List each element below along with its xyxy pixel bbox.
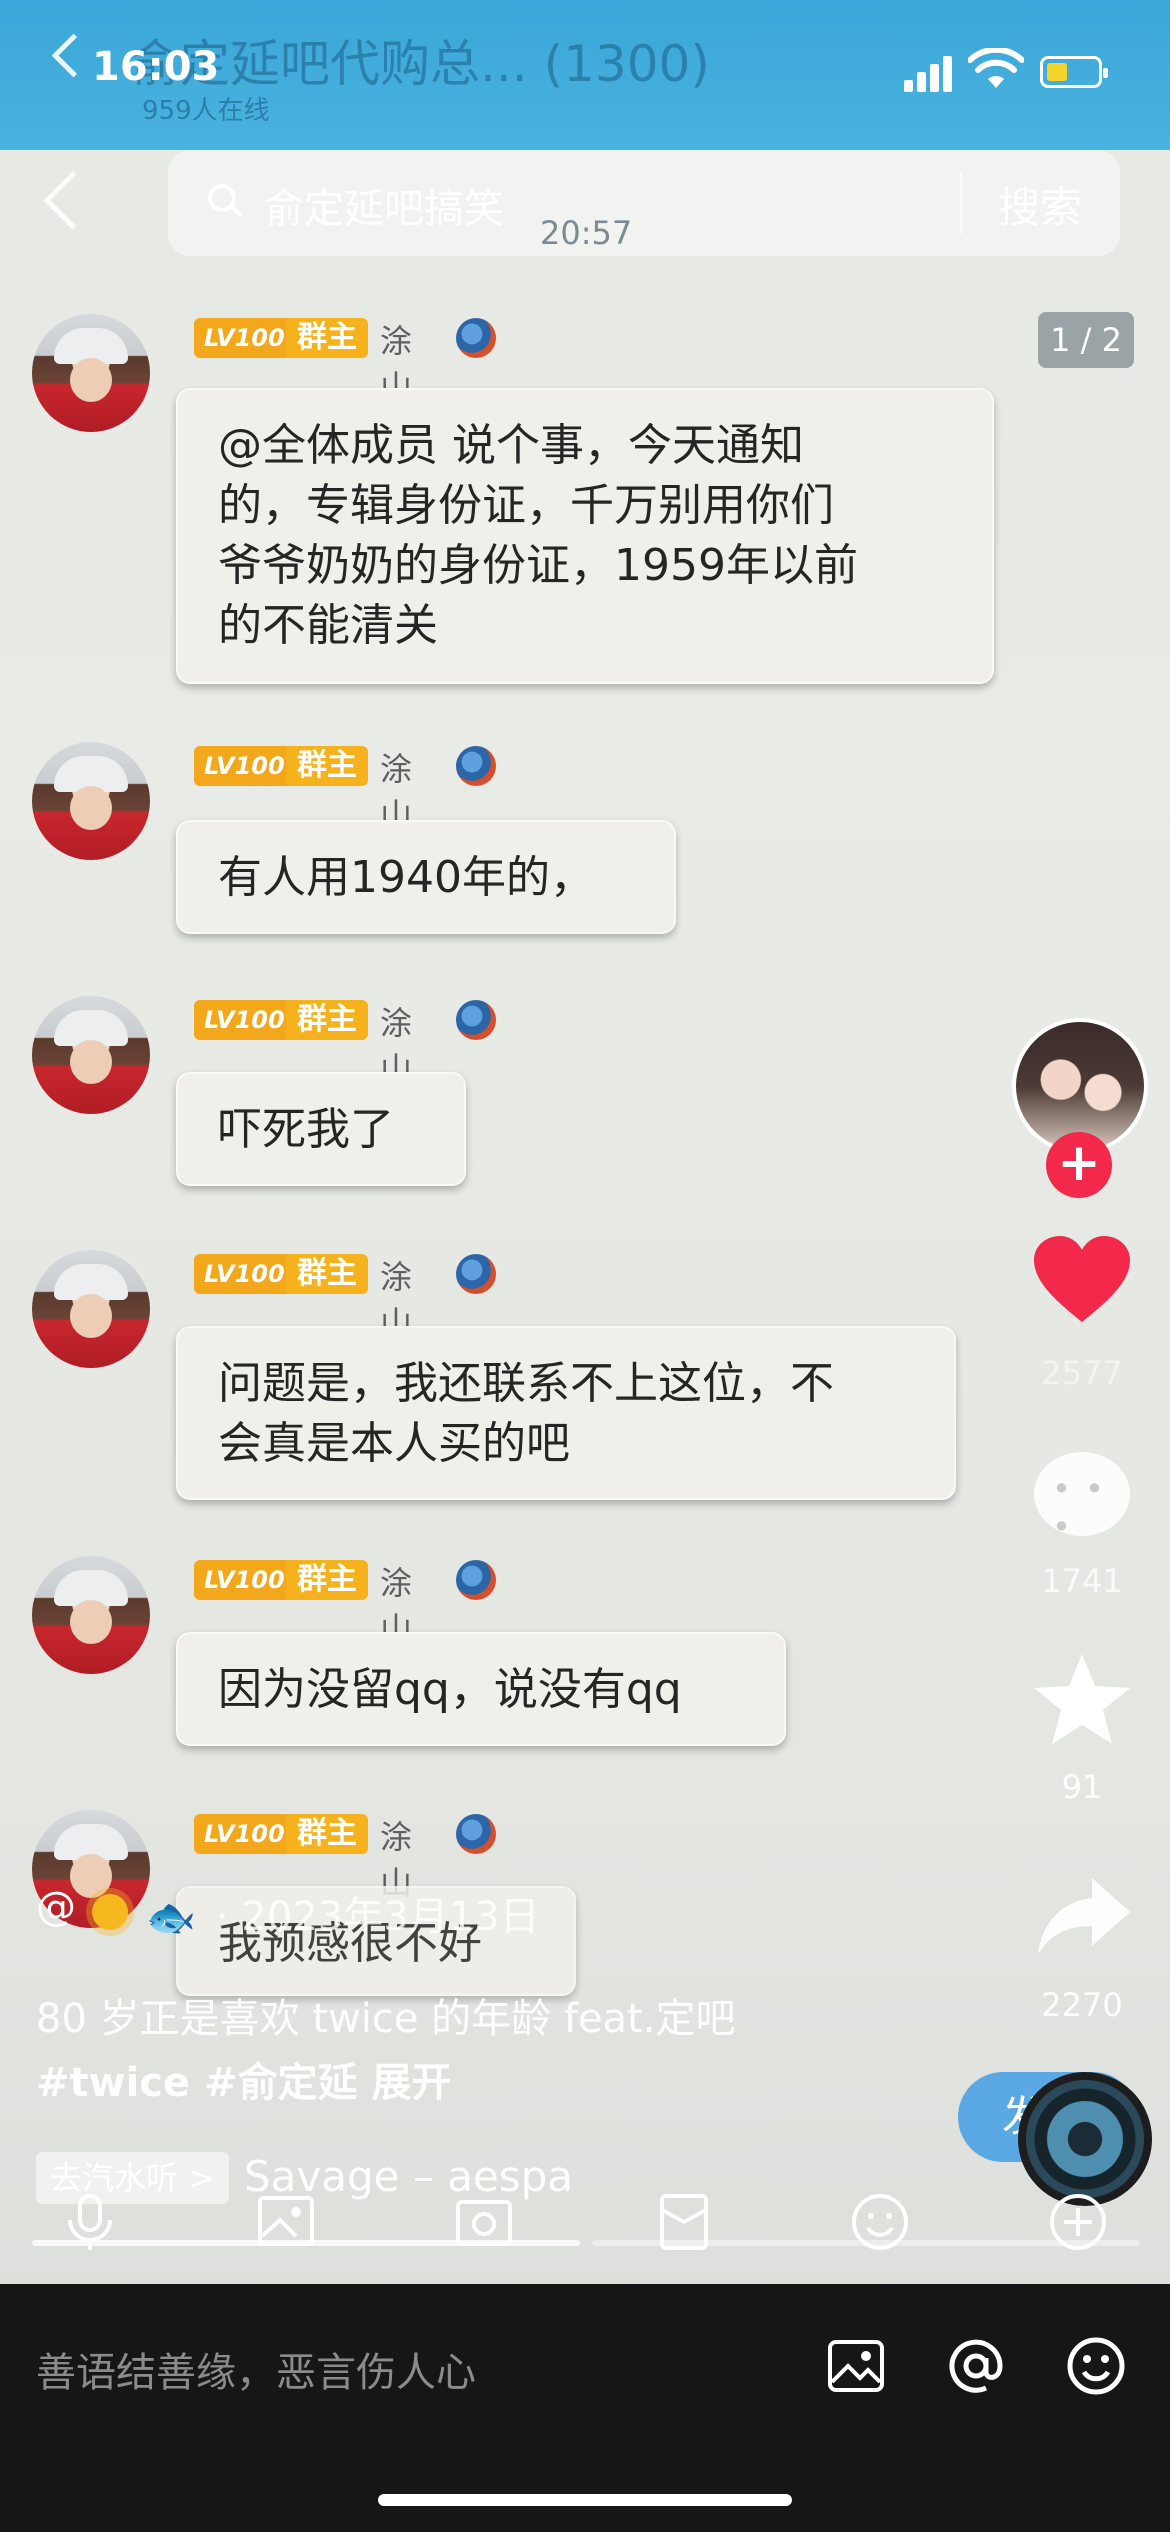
role-badge: 群主 <box>286 1814 368 1854</box>
status-bar: 俞定延吧代购总... (1300) 959人在线 16:03 <box>0 0 1170 150</box>
like-count: 2577 <box>1041 1354 1123 1392</box>
image-icon[interactable] <box>256 2192 316 2252</box>
share-count: 2270 <box>1041 1986 1123 2024</box>
post-caption: 80 岁正是喜欢 twice 的年龄 feat.定吧 <box>36 1996 736 2042</box>
post-date: · 2023年3月13日 <box>216 1894 540 1940</box>
avatar[interactable] <box>32 1250 150 1368</box>
comment-count: 1741 <box>1041 1562 1123 1600</box>
status-time: 16:03 <box>92 44 220 90</box>
search-icon <box>208 184 236 212</box>
level-badge: LV100 <box>194 1000 295 1040</box>
fish-icon: 🐟 <box>146 1895 196 1941</box>
message-line: @全体成员 说个事，今天通知 <box>218 420 804 471</box>
avatar[interactable] <box>32 742 150 860</box>
star-icon[interactable] <box>1032 1652 1132 1748</box>
dragon-icon <box>456 1254 496 1294</box>
message-line: 爷爷奶奶的身份证，1959年以前 <box>218 540 858 591</box>
home-indicator[interactable] <box>378 2494 792 2506</box>
dragon-icon <box>456 1814 496 1854</box>
comment-icon[interactable] <box>1034 1452 1130 1546</box>
message-bubble[interactable]: 问题是，我还联系不上这位，不 会真是本人买的吧 <box>176 1326 956 1500</box>
search-button[interactable]: 搜索 <box>998 174 1082 235</box>
back-button[interactable] <box>43 171 102 230</box>
author-handle[interactable]: @ <box>36 1884 76 1930</box>
wifi-icon <box>968 48 1024 88</box>
plus-circle-icon[interactable] <box>1048 2192 1108 2252</box>
message-bubble[interactable]: @全体成员 说个事，今天通知 的，专辑身份证，千万别用你们 爷爷奶奶的身份证，1… <box>176 388 994 684</box>
level-badge: LV100 <box>194 1254 295 1294</box>
message-line: 的不能清关 <box>218 600 438 651</box>
heart-icon[interactable] <box>1032 1236 1132 1326</box>
level-badge: LV100 <box>194 746 295 786</box>
role-badge: 群主 <box>286 1254 368 1294</box>
image-icon[interactable] <box>826 2336 886 2396</box>
dragon-icon <box>456 1000 496 1040</box>
emoji-icon[interactable] <box>850 2192 910 2252</box>
chevron-left-icon[interactable] <box>51 33 96 78</box>
role-badge: 群主 <box>286 1000 368 1040</box>
message-line: 问题是，我还联系不上这位，不 <box>218 1358 834 1409</box>
music-disc-icon[interactable] <box>1018 2072 1152 2206</box>
level-badge: LV100 <box>194 1814 295 1854</box>
role-badge: 群主 <box>286 318 368 358</box>
message-bubble[interactable]: 因为没留qq，说没有qq <box>176 1632 786 1746</box>
dragon-icon <box>456 1560 496 1600</box>
avatar[interactable] <box>32 996 150 1114</box>
dragon-icon <box>456 318 496 358</box>
message-timestamp: 20:57 <box>540 214 633 252</box>
favorite-count: 91 <box>1061 1768 1103 1806</box>
follow-button[interactable]: + <box>1046 1132 1112 1198</box>
at-icon[interactable] <box>946 2336 1006 2396</box>
page-indicator: 1 / 2 <box>1038 312 1134 368</box>
avatar[interactable] <box>32 314 150 432</box>
level-badge: LV100 <box>194 318 295 358</box>
dragon-icon <box>456 746 496 786</box>
message-bubble[interactable]: 吓死我了 <box>176 1072 466 1186</box>
search-divider <box>960 172 962 234</box>
microphone-icon[interactable] <box>60 2192 120 2252</box>
search-bar[interactable]: 俞定延吧搞笑 搜索 <box>168 150 1120 256</box>
comment-input[interactable]: 善语结善缘，恶言伤人心 <box>36 2340 476 2398</box>
message-line: 的，专辑身份证，千万别用你们 <box>218 480 834 531</box>
search-input[interactable]: 俞定延吧搞笑 <box>264 176 504 234</box>
red-packet-icon[interactable] <box>654 2192 714 2252</box>
emoji-icon[interactable] <box>1066 2336 1126 2396</box>
message-line: 吓死我了 <box>218 1104 394 1155</box>
camera-icon[interactable] <box>454 2192 514 2252</box>
share-icon[interactable] <box>1036 1876 1132 1956</box>
level-badge: LV100 <box>194 1560 295 1600</box>
role-badge: 群主 <box>286 746 368 786</box>
battery-icon <box>1040 56 1108 88</box>
message-bubble[interactable]: 有人用1940年的， <box>176 820 676 934</box>
message-line: 有人用1940年的， <box>218 852 594 903</box>
post-hashtags[interactable]: #twice #俞定延 展开 <box>36 2050 452 2108</box>
role-badge: 群主 <box>286 1560 368 1600</box>
signal-icon <box>904 56 954 92</box>
avatar[interactable] <box>32 1556 150 1674</box>
online-count: 959人在线 <box>142 96 270 126</box>
sun-icon <box>92 1894 128 1930</box>
message-line: 因为没留qq，说没有qq <box>218 1664 682 1715</box>
message-line: 会真是本人买的吧 <box>218 1418 570 1469</box>
